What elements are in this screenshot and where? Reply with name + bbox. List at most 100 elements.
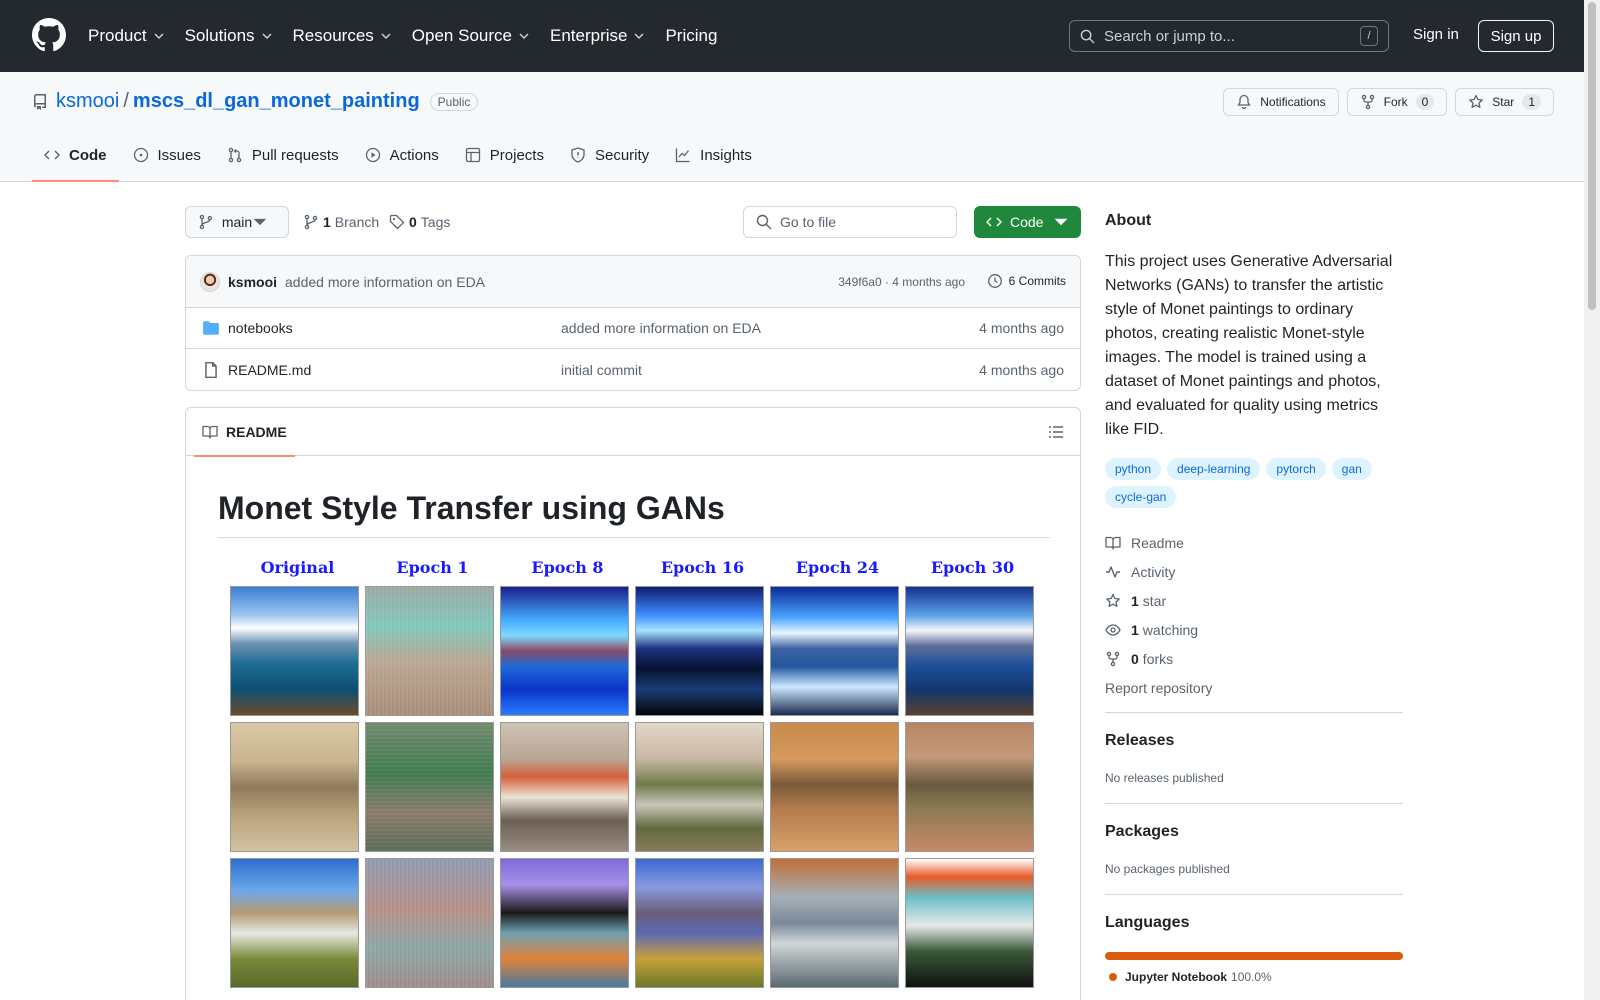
table-row[interactable]: notebooks added more information on EDA … xyxy=(186,308,1080,349)
tab-code[interactable]: Code xyxy=(32,128,119,182)
nav-pricing[interactable]: Pricing xyxy=(665,26,717,46)
nav-solutions[interactable]: Solutions xyxy=(185,26,273,46)
notifications-button[interactable]: Notifications xyxy=(1223,88,1339,116)
file-age: 4 months ago xyxy=(979,361,1064,378)
readme-link[interactable]: Readme xyxy=(1105,528,1212,557)
epoch-header-row: Original Epoch 1 Epoch 8 Epoch 16 Epoch … xyxy=(230,558,1040,586)
topic-tag[interactable]: python xyxy=(1105,458,1162,480)
file-commit-link[interactable]: added more information on EDA xyxy=(561,320,761,336)
sign-up-button[interactable]: Sign up xyxy=(1478,20,1554,52)
fork-icon xyxy=(1361,94,1374,110)
tab-pull-requests[interactable]: Pull requests xyxy=(215,128,351,182)
stars-link[interactable]: 1 star xyxy=(1105,586,1212,615)
language-name: Jupyter Notebook xyxy=(1125,970,1228,984)
chevron-down-icon xyxy=(634,33,644,40)
forks-count: 0 xyxy=(1131,650,1139,667)
file-age: 4 months ago xyxy=(979,320,1064,336)
tab-code-label: Code xyxy=(69,146,107,164)
readme-link-label: Readme xyxy=(1131,534,1184,551)
file-name-link[interactable]: notebooks xyxy=(228,320,293,336)
stars-label: star xyxy=(1142,592,1167,609)
branch-label: Branch xyxy=(334,214,380,230)
tab-projects[interactable]: Projects xyxy=(453,128,556,182)
tab-security[interactable]: Security xyxy=(558,128,661,182)
tab-issues[interactable]: Issues xyxy=(121,128,213,182)
commit-hash-time[interactable]: 349f6a0 · 4 months ago xyxy=(838,275,965,289)
history-icon xyxy=(987,274,1002,288)
star-count: 1 xyxy=(1522,94,1541,110)
repo-name-link[interactable]: mscs_dl_gan_monet_painting xyxy=(133,90,420,113)
epoch-label: Epoch 30 xyxy=(930,558,1015,577)
caret-down-icon xyxy=(1054,218,1068,226)
code-icon xyxy=(44,150,60,160)
topic-tag[interactable]: pytorch xyxy=(1266,458,1326,480)
code-dropdown-button[interactable]: Code xyxy=(974,206,1081,238)
list-unordered-icon[interactable] xyxy=(1048,424,1064,440)
report-repository-link[interactable]: Report repository xyxy=(1105,673,1212,702)
fork-button[interactable]: Fork 0 xyxy=(1346,88,1448,116)
tab-insights[interactable]: Insights xyxy=(663,128,764,182)
chevron-down-icon xyxy=(519,33,529,40)
repo-owner-link[interactable]: ksmooi xyxy=(56,90,119,113)
nav-resources[interactable]: Resources xyxy=(293,26,392,46)
commits-count-label: 6 Commits xyxy=(1008,274,1066,288)
topic-tag[interactable]: gan xyxy=(1331,458,1372,480)
file-commit-link[interactable]: initial commit xyxy=(561,362,642,378)
play-icon xyxy=(365,147,380,163)
tab-actions[interactable]: Actions xyxy=(353,128,451,182)
nav-product[interactable]: Product xyxy=(88,26,165,46)
scrollbar-thumb[interactable] xyxy=(1588,2,1596,310)
commit-author-link[interactable]: ksmooi xyxy=(228,274,277,290)
star-button[interactable]: Star 1 xyxy=(1455,88,1554,116)
pull-request-icon xyxy=(228,147,242,163)
fork-label: Fork xyxy=(1383,95,1408,109)
repo-separator: / xyxy=(123,90,129,112)
activity-link[interactable]: Activity xyxy=(1105,557,1212,586)
global-search-input[interactable]: Search or jump to... / xyxy=(1069,20,1389,52)
avatar[interactable] xyxy=(200,271,220,292)
go-to-file-input[interactable]: Go to file xyxy=(743,206,957,238)
page-scrollbar[interactable] xyxy=(1584,0,1600,1000)
language-bar xyxy=(1105,952,1403,960)
language-item[interactable]: Jupyter Notebook 100.0% xyxy=(1109,970,1272,984)
image-epoch30-church xyxy=(905,722,1034,852)
image-epoch1-wagon xyxy=(365,858,494,988)
sidebar-divider xyxy=(1105,803,1403,804)
sidebar-divider xyxy=(1105,894,1403,895)
repo-actions: Notifications Fork 0 Star 1 xyxy=(1215,88,1554,116)
sign-in-link[interactable]: Sign in xyxy=(1413,26,1459,43)
watching-link[interactable]: 1 watching xyxy=(1105,615,1212,644)
branches-link[interactable]: 1 Branch xyxy=(303,214,379,230)
sidebar-divider xyxy=(1105,712,1403,713)
image-original-lake xyxy=(230,586,359,716)
file-icon xyxy=(205,361,217,378)
github-logo-icon[interactable] xyxy=(32,18,66,52)
branch-select[interactable]: main xyxy=(185,206,289,238)
image-row-wagon xyxy=(230,858,1040,988)
forks-link[interactable]: 0 forks xyxy=(1105,644,1212,673)
nav-open-source[interactable]: Open Source xyxy=(412,26,530,46)
nav-resources-label: Resources xyxy=(292,26,374,45)
code-icon xyxy=(986,217,1002,227)
star-icon xyxy=(1469,94,1484,108)
topic-tag[interactable]: deep-learning xyxy=(1167,458,1261,480)
search-icon xyxy=(1080,29,1095,44)
book-icon xyxy=(202,425,218,439)
commits-history-link[interactable]: 6 Commits xyxy=(987,273,1066,289)
about-heading: About xyxy=(1105,212,1152,229)
epoch-label: Epoch 8 xyxy=(531,558,604,577)
eye-icon xyxy=(1105,623,1121,636)
nav-enterprise[interactable]: Enterprise xyxy=(550,26,645,46)
releases-heading[interactable]: Releases xyxy=(1105,732,1174,750)
packages-heading[interactable]: Packages xyxy=(1105,823,1179,841)
file-name-link[interactable]: README.md xyxy=(228,362,311,378)
readme-tab[interactable]: README xyxy=(194,408,295,457)
chevron-down-icon xyxy=(154,33,164,40)
topic-tag[interactable]: cycle-gan xyxy=(1105,486,1177,508)
table-row[interactable]: README.md initial commit 4 months ago xyxy=(186,349,1080,390)
commit-message-link[interactable]: added more information on EDA xyxy=(285,274,485,290)
tags-link[interactable]: 0 Tags xyxy=(389,214,450,230)
star-icon xyxy=(1106,593,1120,607)
image-row-church xyxy=(230,722,1040,852)
language-percent: 100.0% xyxy=(1231,970,1272,984)
